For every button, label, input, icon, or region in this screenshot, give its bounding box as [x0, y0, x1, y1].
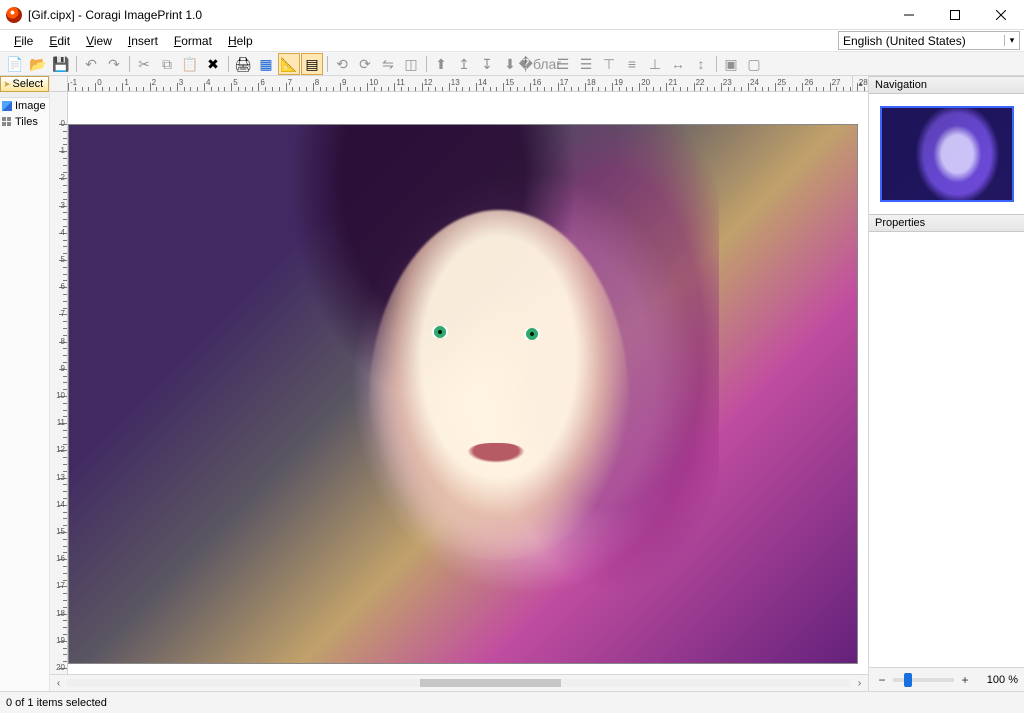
rotate-right-button[interactable]: ⟳	[354, 53, 376, 75]
tab-tiles[interactable]: Tiles	[0, 114, 49, 130]
image-lips	[467, 443, 525, 463]
zoom-slider[interactable]	[893, 678, 954, 682]
menu-file[interactable]: File	[6, 31, 41, 51]
bring-forward-button[interactable]: ↥	[453, 53, 475, 75]
flip-h-button[interactable]: ⇋	[377, 53, 399, 75]
copy-button[interactable]: ⧉	[156, 53, 178, 75]
properties-panel	[869, 232, 1024, 667]
align-right-button[interactable]: ☰	[575, 53, 597, 75]
snap-button[interactable]: ▤	[301, 53, 323, 75]
right-panel: Navigation Properties − + 100 %	[868, 76, 1024, 691]
delete-button[interactable]: ✖	[202, 53, 224, 75]
separator	[713, 53, 719, 75]
canvas-image[interactable]	[68, 124, 858, 664]
distribute-h-button[interactable]: ↔	[667, 53, 689, 75]
status-text: 0 of 1 items selected	[6, 697, 107, 709]
vertical-ruler[interactable]: 01234567891011121314151617181920	[50, 92, 68, 674]
image-eye-left	[429, 326, 451, 338]
align-left-button[interactable]: �благ	[529, 53, 551, 75]
language-select[interactable]: English (United States) ▾	[838, 31, 1020, 50]
scroll-track[interactable]	[67, 679, 851, 687]
tab-image[interactable]: Image	[0, 98, 49, 114]
ungroup-button[interactable]: ▢	[743, 53, 765, 75]
menu-row: File Edit View Insert Format Help Englis…	[0, 30, 1024, 52]
scroll-thumb[interactable]	[420, 679, 561, 687]
print-button[interactable]: 🖨	[232, 53, 254, 75]
menu-format[interactable]: Format	[166, 31, 220, 51]
new-button[interactable]: 📄	[4, 53, 26, 75]
horizontal-scrollbar[interactable]: ‹ ›	[50, 674, 868, 691]
image-eye-right	[521, 328, 543, 340]
group-button[interactable]: ▣	[720, 53, 742, 75]
window-title: [Gif.cipx] - Coragi ImagePrint 1.0	[28, 8, 886, 22]
zoom-thumb[interactable]	[904, 673, 912, 687]
canvas-viewport[interactable]	[68, 92, 868, 674]
distribute-v-button[interactable]: ↕	[690, 53, 712, 75]
menu-help[interactable]: Help	[220, 31, 261, 51]
select-tool[interactable]: ➤ Select	[0, 76, 49, 92]
separator	[73, 53, 79, 75]
redo-button[interactable]: ↷	[103, 53, 125, 75]
left-panel: ➤ Select Image Tiles	[0, 76, 50, 691]
chevron-down-icon: ▾	[1004, 35, 1019, 46]
language-current: English (United States)	[839, 32, 1004, 50]
titlebar: [Gif.cipx] - Coragi ImagePrint 1.0	[0, 0, 1024, 30]
document-area: -101234567891011121314151617181920212223…	[50, 76, 868, 691]
menu-insert[interactable]: Insert	[120, 31, 166, 51]
navigation-thumbnail-area	[869, 94, 1024, 214]
status-bar: 0 of 1 items selected	[0, 691, 1024, 713]
grid-button[interactable]: ▦	[255, 53, 277, 75]
send-backward-button[interactable]: ↧	[476, 53, 498, 75]
align-top-button[interactable]: ⊤	[598, 53, 620, 75]
separator	[423, 53, 429, 75]
rotate-left-button[interactable]: ⟲	[331, 53, 353, 75]
save-button[interactable]: 💾	[50, 53, 72, 75]
scroll-left-icon[interactable]: ‹	[50, 678, 67, 689]
close-button[interactable]	[978, 0, 1024, 30]
separator	[225, 53, 231, 75]
toolbar: 📄 📂 💾 ↶ ↷ ✂ ⧉ 📋 ✖ 🖨 ▦ 📐 ▤ ⟲ ⟳ ⇋ ◫ ⬆ ↥ ↧ …	[0, 52, 1024, 76]
app-icon	[6, 7, 22, 23]
menu-view[interactable]: View	[78, 31, 120, 51]
scroll-right-icon[interactable]: ›	[851, 678, 868, 689]
main-area: ➤ Select Image Tiles -101234567891011121…	[0, 76, 1024, 691]
separator	[126, 53, 132, 75]
menu-edit[interactable]: Edit	[41, 31, 78, 51]
navigation-thumbnail[interactable]	[880, 106, 1014, 202]
separator	[324, 53, 330, 75]
zoom-in-button[interactable]: +	[958, 673, 972, 687]
zoom-out-button[interactable]: −	[875, 673, 889, 687]
tiles-icon	[2, 117, 12, 127]
menubar: File Edit View Insert Format Help	[0, 30, 261, 51]
zoom-control: − + 100 %	[869, 667, 1024, 691]
properties-header: Properties	[869, 214, 1024, 232]
select-label: Select	[13, 78, 44, 90]
minimize-button[interactable]	[886, 0, 932, 30]
align-bottom-button[interactable]: ⊥	[644, 53, 666, 75]
zoom-value: 100 %	[976, 674, 1018, 686]
align-middle-button[interactable]: ≡	[621, 53, 643, 75]
maximize-button[interactable]	[932, 0, 978, 30]
undo-button[interactable]: ↶	[80, 53, 102, 75]
ruler-button[interactable]: 📐	[278, 53, 300, 75]
open-button[interactable]: 📂	[27, 53, 49, 75]
horizontal-ruler[interactable]: -101234567891011121314151617181920212223…	[50, 76, 868, 92]
crop-button[interactable]: ◫	[400, 53, 422, 75]
paste-button[interactable]: 📋	[179, 53, 201, 75]
cut-button[interactable]: ✂	[133, 53, 155, 75]
cursor-icon: ➤	[3, 79, 11, 90]
image-icon	[2, 101, 12, 111]
bring-front-button[interactable]: ⬆	[430, 53, 452, 75]
navigation-header: Navigation	[869, 76, 1024, 94]
